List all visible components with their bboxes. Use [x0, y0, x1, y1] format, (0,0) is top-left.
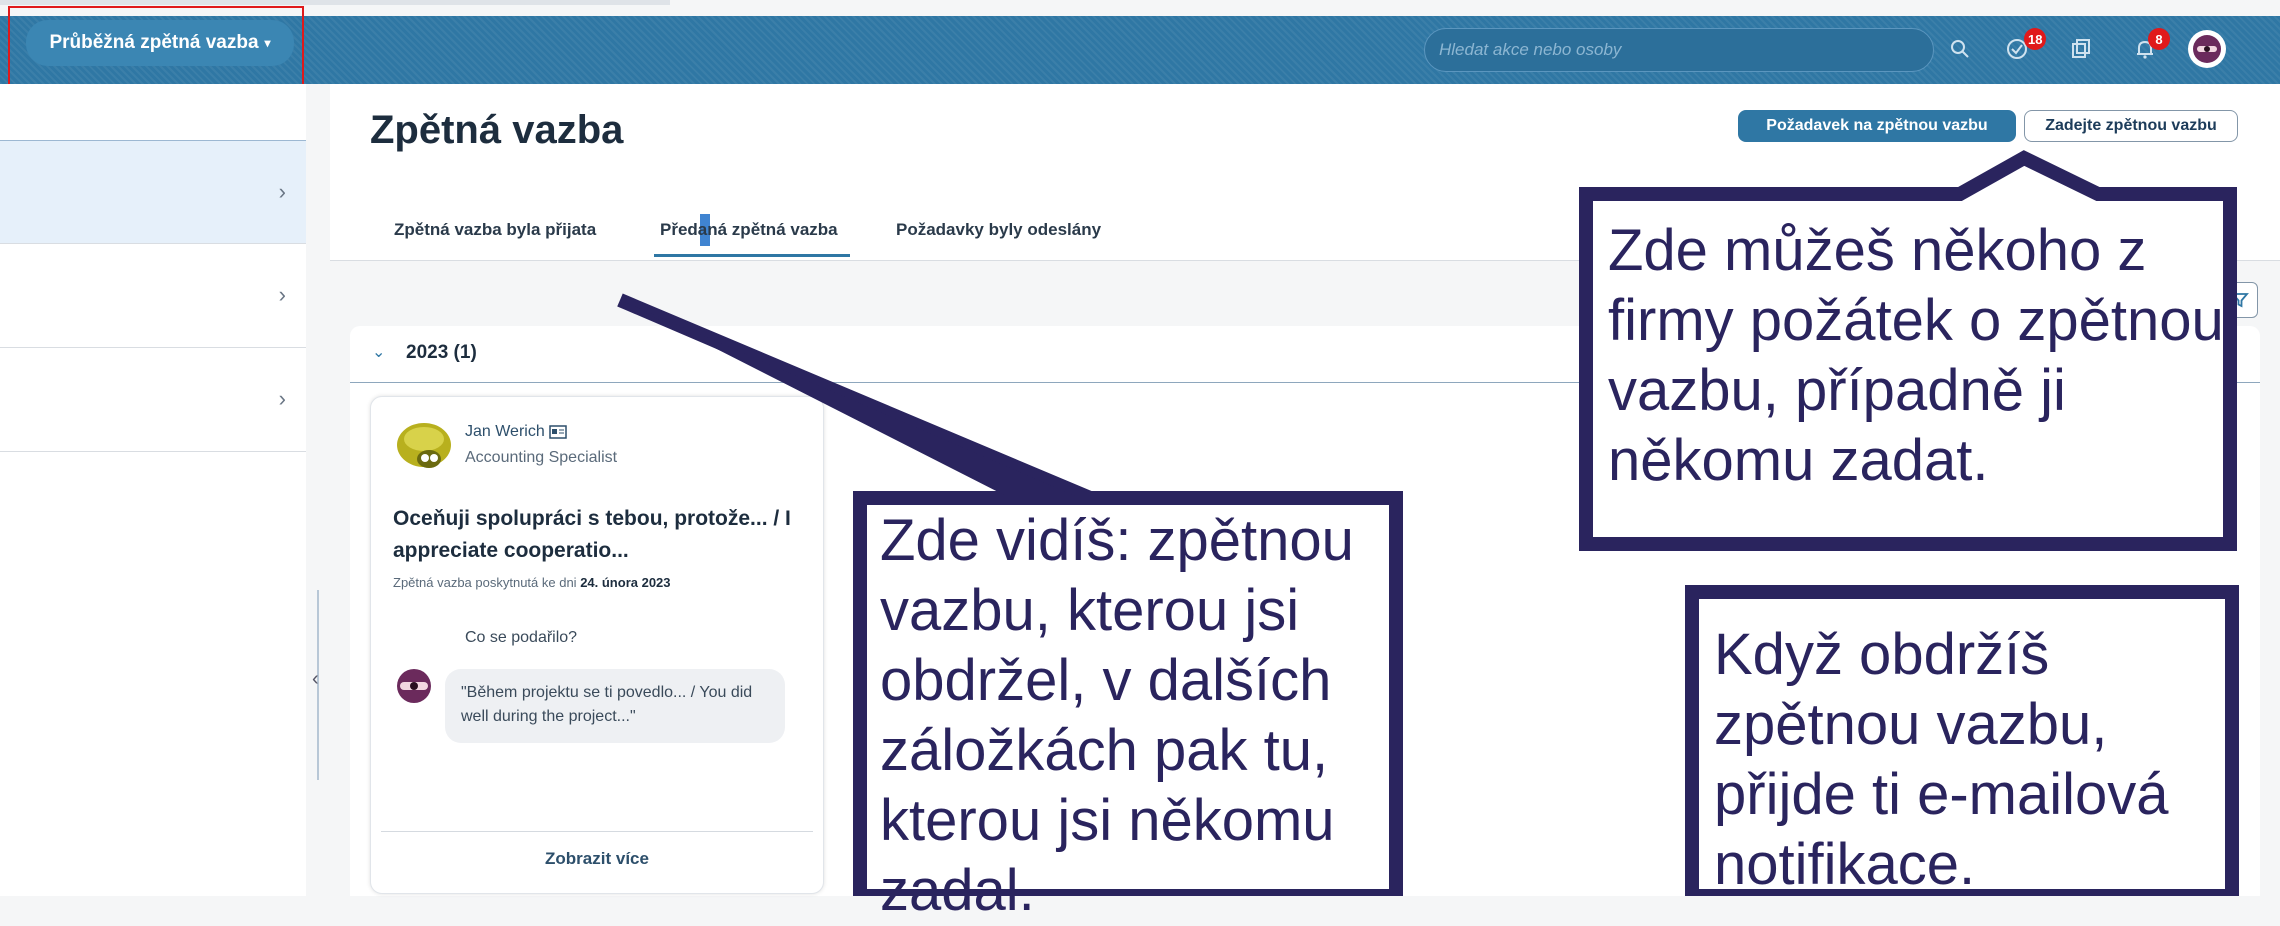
callout-request-text: Zde můžeš někoho z firmy požátek o zpětn… — [1608, 218, 2224, 493]
tab-received[interactable]: Zpětná vazba byla přijata — [394, 220, 596, 240]
tasks-badge: 18 — [2024, 28, 2047, 50]
tab-requests-sent[interactable]: Požadavky byly odeslány — [896, 220, 1101, 240]
app-menu-label: Průběžná zpětná vazba — [49, 32, 259, 53]
feedback-question: Co se podařilo? — [465, 629, 578, 646]
shell-bar: Hledat akce nebo osoby 18 8 — [0, 16, 2280, 84]
page-title: Zpětná vazba — [370, 108, 624, 152]
active-tab-indicator — [654, 254, 850, 257]
user-avatar[interactable] — [2188, 30, 2226, 68]
nav-item-2[interactable]: › — [0, 244, 306, 348]
tab-given[interactable]: Předaná zpětná vazba — [660, 220, 838, 240]
author-name[interactable]: Jan Werich — [465, 423, 567, 441]
search-icon[interactable] — [1945, 34, 1975, 64]
callout-tabs-text: Zde vidíš: zpětnou vazbu, kterou jsi obd… — [880, 508, 1354, 923]
chevron-right-icon: › — [278, 179, 286, 204]
card-divider — [381, 831, 813, 832]
year-group-label: 2023 (1) — [406, 342, 477, 363]
search-input[interactable]: Hledat akce nebo osoby — [1424, 28, 1934, 72]
contact-card-icon[interactable] — [549, 423, 567, 440]
chevron-right-icon: › — [278, 386, 286, 411]
author-avatar — [393, 417, 455, 479]
give-feedback-button[interactable]: Zadejte zpětnou vazbu — [2024, 110, 2238, 142]
callout-email-text: Když obdržíš zpětnou vazbu, přijde ti e-… — [1714, 622, 2169, 897]
date-value: 24. února 2023 — [580, 575, 671, 590]
date-prefix: Zpětná vazba poskytnutá ke dni — [393, 575, 577, 590]
show-more-link[interactable]: Zobrazit více — [371, 849, 823, 869]
collapse-left-icon[interactable]: ‹ — [312, 668, 319, 691]
request-feedback-button[interactable]: Požadavek na zpětnou vazbu — [1738, 110, 2016, 142]
nav-item-1[interactable]: › — [0, 140, 306, 244]
responder-avatar — [393, 665, 435, 707]
copy-icon[interactable] — [2066, 34, 2096, 64]
more-icon[interactable]: › — [2218, 624, 2227, 655]
feedback-card[interactable]: Jan Werich Accounting Specialist Oceňuji… — [370, 396, 824, 894]
app-menu-highlight: Průběžná zpětná vazba ▾ — [8, 6, 304, 86]
author-role: Accounting Specialist — [465, 449, 618, 466]
author-name-text: Jan Werich — [465, 423, 545, 440]
side-navigation: › › › — [0, 84, 306, 896]
nav-item-3[interactable]: › — [0, 348, 306, 452]
feedback-answer: "Během projektu se ti povedlo... / You d… — [445, 669, 785, 743]
chevron-right-icon: › — [278, 282, 286, 307]
feedback-date: Zpětná vazba poskytnutá ke dni 24. února… — [393, 575, 671, 590]
bell-badge: 8 — [2148, 28, 2170, 50]
app-menu-button[interactable]: Průběžná zpětná vazba ▾ — [26, 20, 294, 66]
feedback-title: Oceňuji spolupráci s tebou, protože... /… — [393, 507, 791, 562]
caret-down-icon: ▾ — [264, 36, 271, 50]
chevron-down-icon: ⌄ — [372, 344, 386, 361]
top-strip — [0, 0, 670, 5]
